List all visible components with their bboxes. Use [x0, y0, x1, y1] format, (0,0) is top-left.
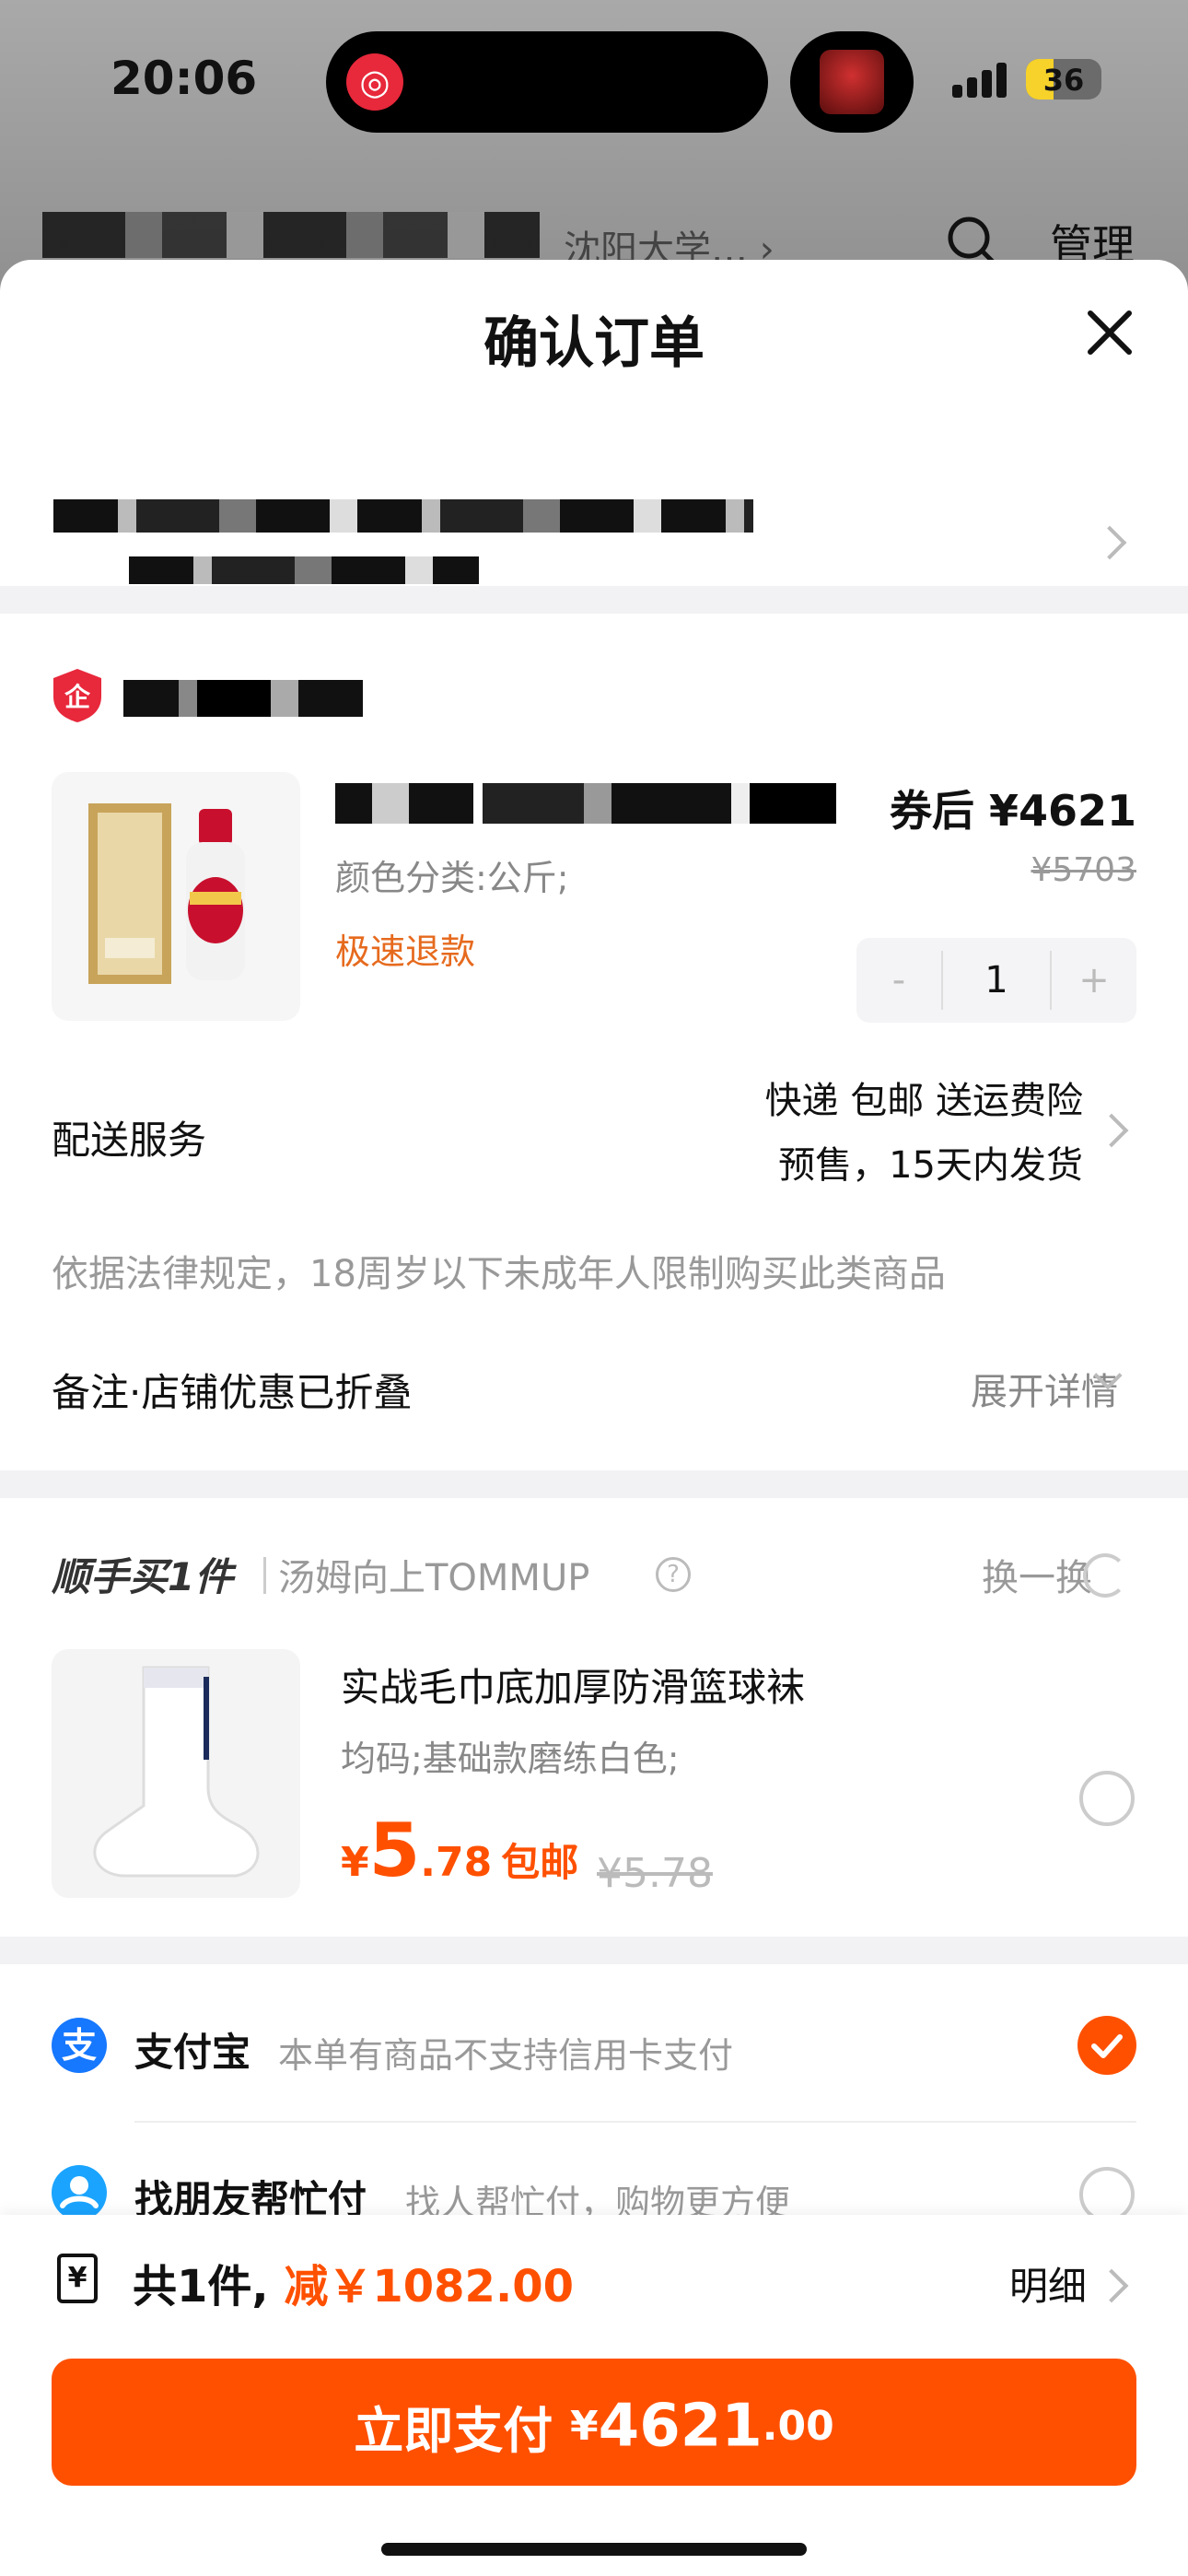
battery-icon: 36: [1026, 59, 1101, 100]
addon-section-title: 顺手买1件: [52, 1554, 234, 1599]
battery-level: 36: [1042, 63, 1085, 98]
remark-label: 备注·店铺优惠已折叠: [52, 1370, 413, 1415]
status-time: 20:06: [111, 52, 258, 105]
delivery-label: 配送服务: [52, 1118, 207, 1163]
home-indicator[interactable]: [381, 2543, 807, 2556]
music-app-icon: ◎: [346, 53, 403, 111]
check-icon: [1091, 2034, 1123, 2058]
alipay-note: 本单有商品不支持信用卡支付: [278, 2035, 734, 2076]
pay-now-button[interactable]: 立即支付 ¥4621.00: [52, 2359, 1136, 2486]
refresh-icon[interactable]: [1083, 1553, 1127, 1598]
background-page: 20:06 ◎ 36 沈阳大学… › 管理: [0, 0, 1188, 304]
redacted-shop-title: [42, 212, 540, 258]
close-icon[interactable]: [1077, 300, 1142, 365]
sheet-title: 确认订单: [483, 311, 705, 376]
address-row[interactable]: [0, 398, 1188, 584]
chevron-right-icon: [1094, 1113, 1129, 1148]
payment-divider: [134, 2121, 1136, 2123]
divider: [263, 1557, 266, 1594]
alipay-label[interactable]: 支付宝: [134, 2021, 250, 2078]
dynamic-island[interactable]: ◎: [326, 31, 768, 133]
enterprise-badge-icon: 企: [53, 669, 101, 722]
chevron-right-icon: [1094, 2268, 1129, 2303]
help-icon[interactable]: ?: [656, 1557, 691, 1592]
price-after-coupon: 券后 ¥4621: [889, 786, 1136, 836]
chevron-right-icon: [1092, 525, 1127, 560]
product-image[interactable]: [52, 772, 300, 1021]
checkout-bar: ¥ 共1件, 减￥1082.00 明细 立即支付 ¥4621.00: [0, 2215, 1188, 2576]
section-divider: [0, 1470, 1188, 1498]
price-detail-button[interactable]: 明细: [1009, 2255, 1087, 2312]
age-restriction-notice: 依据法律规定，18周岁以下未成年人限制购买此类商品: [52, 1253, 946, 1295]
quantity-decrease-button[interactable]: -: [862, 951, 936, 1010]
order-summary: 共1件, 减￥1082.00: [133, 2250, 574, 2314]
addon-item-spec: 均码;基础款磨练白色;: [341, 1739, 680, 1779]
fast-refund-tag: 极速退款: [335, 931, 476, 972]
section-divider: [0, 586, 1188, 614]
alipay-icon: 支: [52, 2018, 107, 2073]
signal-icon: [952, 63, 1007, 98]
delivery-options-line2[interactable]: 预售，15天内发货: [778, 1135, 1083, 1188]
addon-select-radio[interactable]: [1079, 1771, 1135, 1826]
now-playing-island[interactable]: [790, 31, 914, 133]
pay-button-decimals: .00: [762, 2403, 834, 2450]
quantity-stepper: - 1 +: [856, 938, 1136, 1023]
addon-item-title: 实战毛巾底加厚防滑篮球袜: [341, 1665, 806, 1710]
sock-product-image[interactable]: [52, 1649, 300, 1898]
bill-icon: ¥: [57, 2254, 98, 2303]
price-original: ¥5703: [1031, 851, 1136, 889]
item-count: 共1件,: [133, 2261, 269, 2313]
addon-item-price: ¥5.78 包邮: [341, 1808, 579, 1893]
discount-amount: 减￥1082.00: [284, 2261, 574, 2313]
pay-button-amount: 4621: [598, 2392, 763, 2461]
redacted-address-line: [53, 499, 753, 533]
friend-pay-radio[interactable]: [1079, 2167, 1135, 2222]
expand-details-button[interactable]: 展开详情: [971, 1362, 1118, 1415]
free-shipping-label: 包邮: [501, 1840, 579, 1885]
swap-button[interactable]: 换一换: [982, 1548, 1092, 1601]
sock-icon: [93, 1666, 260, 1878]
delivery-options-line1[interactable]: 快递 包邮 送运费险: [765, 1071, 1083, 1124]
album-art-icon: [820, 50, 884, 114]
liquor-bottle-icon: [88, 803, 245, 984]
quantity-increase-button[interactable]: +: [1057, 951, 1131, 1010]
product-spec: 颜色分类:公斤;: [335, 858, 569, 898]
redacted-shop-name: [123, 680, 363, 717]
quantity-value[interactable]: 1: [941, 951, 1052, 1010]
section-divider: [0, 1937, 1188, 1964]
redacted-contact-line: [129, 556, 479, 584]
pay-button-currency: ¥: [570, 2403, 599, 2450]
redacted-product-title: [335, 783, 836, 824]
friend-pay-icon: [52, 2165, 107, 2220]
addon-item-original-price: ¥5.78: [597, 1850, 713, 1897]
addon-shop-name: 汤姆向上TOMMUP: [278, 1557, 590, 1599]
svg-text:企: 企: [64, 682, 91, 712]
pay-button-label: 立即支付: [354, 2402, 571, 2460]
alipay-selected-radio[interactable]: [1077, 2016, 1136, 2075]
